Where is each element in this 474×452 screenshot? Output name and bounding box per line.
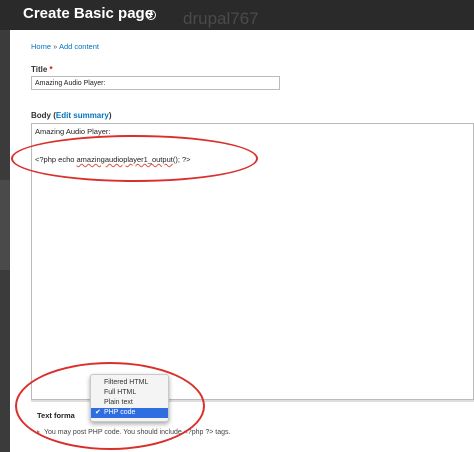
body-label-text: Body	[31, 111, 51, 120]
php-prefix: <?php echo	[35, 155, 77, 164]
format-option-full-html[interactable]: Full HTML	[91, 388, 168, 398]
page-title: Create Basic page	[23, 5, 154, 22]
format-option-plain-text[interactable]: Plain text	[91, 398, 168, 408]
edit-summary-link[interactable]: Edit summary	[56, 111, 109, 120]
body-text-line-1: Amazing Audio Player:	[35, 127, 111, 136]
body-label: Body (Edit summary)	[31, 111, 111, 120]
text-format-dropdown[interactable]: Filtered HTML Full HTML Plain text ✔ PHP …	[90, 374, 169, 422]
checkmark-icon: ✔	[95, 409, 101, 416]
left-gutter	[0, 30, 10, 452]
node-form: Home » Add content Title * Amazing Audio…	[10, 30, 474, 452]
title-field[interactable]: Amazing Audio Player:	[31, 76, 280, 90]
circle-plus-icon[interactable]	[146, 10, 156, 20]
breadcrumb-separator: »	[53, 42, 58, 51]
format-option-php-code-label: PHP code	[104, 409, 136, 416]
breadcrumb-home-link[interactable]: Home	[31, 42, 51, 51]
body-text-line-2: <?php echo amazingaudioplayer1_output();…	[35, 155, 191, 164]
text-format-hint-text: You may post PHP code. You should includ…	[44, 429, 231, 436]
admin-header: Create Basic page drupal767	[0, 0, 474, 30]
breadcrumb-add-content-link[interactable]: Add content	[59, 42, 99, 51]
gutter-band	[0, 180, 10, 270]
breadcrumb: Home » Add content	[31, 42, 99, 51]
site-name-watermark: drupal767	[183, 9, 259, 28]
title-label-text: Title	[31, 65, 48, 74]
body-textarea[interactable]: Amazing Audio Player: <?php echo amazing…	[31, 123, 474, 400]
title-label: Title *	[31, 65, 53, 74]
body-label-close-paren: )	[108, 111, 112, 120]
format-option-filtered-html[interactable]: Filtered HTML	[91, 378, 168, 388]
required-marker: *	[49, 65, 53, 74]
bullet-arrow-icon	[37, 430, 40, 435]
php-function-name: amazingaudioplayer1_output	[76, 155, 173, 164]
format-option-php-code[interactable]: ✔ PHP code	[91, 408, 168, 418]
text-format-label: Text forma	[37, 411, 75, 420]
php-suffix: (); ?>	[172, 155, 191, 164]
text-format-hint: You may post PHP code. You should includ…	[37, 429, 230, 436]
